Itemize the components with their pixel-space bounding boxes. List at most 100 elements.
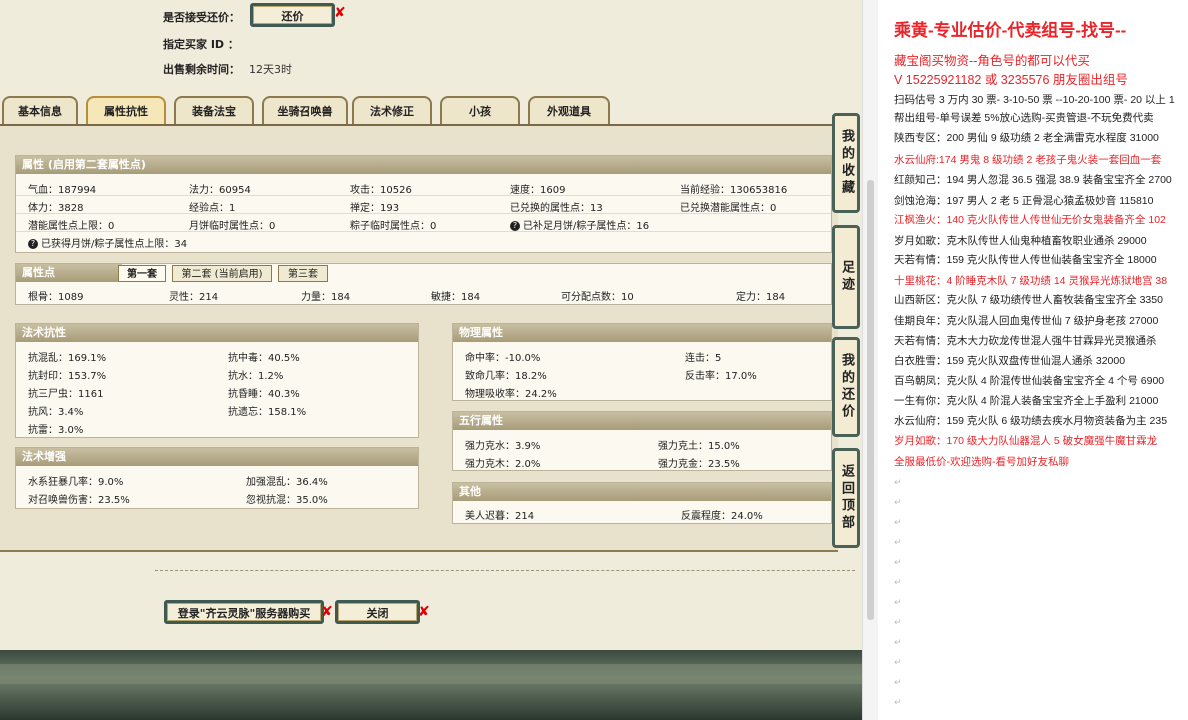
five-elements-section: 五行属性 强力克水：3.9% 强力克土：15.0% 强力克木：2.0% 强力克金… bbox=[452, 411, 832, 471]
physical-section: 物理属性 命中率：-10.0% 连击：5 致命几率：18.2% 反击率：17.0… bbox=[452, 323, 832, 401]
game-window: 是否接受还价： 还价 ✘ 指定买家 ID ： 出售剩余时间： 12天3时 基本信… bbox=[0, 0, 862, 720]
paragraph-mark-icon: ↵ bbox=[894, 678, 902, 688]
doc-line: 扫码估号 3 万内 30 票- 3-10-50 票 --10-20-100 票-… bbox=[894, 94, 1175, 106]
attr-cell: 气血：187994 bbox=[28, 185, 97, 196]
counter-offer-button[interactable]: 还价 bbox=[250, 3, 335, 27]
tab-children[interactable]: 小孩 bbox=[440, 96, 520, 124]
row-divider bbox=[16, 195, 831, 196]
attr-cell: 粽子临时属性点：0 bbox=[350, 221, 437, 232]
close-x-icon[interactable]: ✘ bbox=[418, 604, 430, 620]
tab-basic-info[interactable]: 基本信息 bbox=[2, 96, 78, 124]
doc-line: 红颜知己：194 男人忽混 36.5 强混 38.9 装备宝宝齐全 2700 bbox=[894, 174, 1172, 186]
doc-line: 水云仙府:174 男鬼 8 级功绩 2 老孩子鬼火装一套回血一套 bbox=[894, 154, 1162, 166]
doc-line: 藏宝阁买物资--角色号的都可以代买 bbox=[894, 54, 1090, 68]
attr-cell: 经验点：1 bbox=[189, 203, 236, 214]
paragraph-mark-icon: ↵ bbox=[894, 538, 902, 548]
question-icon[interactable]: ? bbox=[510, 221, 520, 231]
attr-cell: ? 已补足月饼/粽子属性点：16 bbox=[510, 217, 649, 232]
tab-mounts-pets[interactable]: 坐骑召唤兽 bbox=[262, 96, 348, 124]
row-divider bbox=[16, 213, 831, 214]
other-cell: 美人迟暮：214 bbox=[465, 511, 535, 522]
point-cell: 可分配点数：10 bbox=[561, 292, 634, 303]
attr-cell: 当前经验：130653816 bbox=[680, 185, 788, 196]
doc-line: 帮出组号-单号误差 5%放心选购-买贵管退-不玩免费代卖 bbox=[894, 112, 1154, 124]
scrollbar-thumb[interactable] bbox=[867, 180, 874, 620]
doc-line: 天若有情：克木大力砍龙传世混人强牛甘霖异光灵猴通杀 bbox=[894, 335, 1157, 347]
phys-cell: 连击：5 bbox=[685, 353, 722, 364]
close-button[interactable]: 关闭 bbox=[335, 600, 420, 624]
resist-cell: 抗中毒：40.5% bbox=[228, 353, 300, 364]
point-cell: 灵性：214 bbox=[169, 292, 219, 303]
attr-cell: 攻击：10526 bbox=[350, 185, 412, 196]
attr-cell: ? 已获得月饼/粽子属性点上限：34 bbox=[28, 235, 187, 250]
scrollbar[interactable] bbox=[862, 0, 879, 720]
tab-point-set-2[interactable]: 第二套 (当前启用) bbox=[172, 265, 272, 282]
attr-cell: 禅定：193 bbox=[350, 203, 400, 214]
point-cell: 敏捷：184 bbox=[431, 292, 481, 303]
tab-appearance[interactable]: 外观道具 bbox=[528, 96, 610, 124]
element-cell: 强力克土：15.0% bbox=[658, 441, 740, 452]
phys-cell: 命中率：-10.0% bbox=[465, 353, 541, 364]
resist-cell: 抗三尸虫：1161 bbox=[28, 389, 104, 400]
spell-boost-section: 法术增强 水系狂暴几率：9.0% 加强混乱：36.4% 对召唤兽伤害：23.5%… bbox=[15, 447, 419, 509]
tab-spell-mod[interactable]: 法术修正 bbox=[352, 96, 432, 124]
doc-line: 岁月如歌：170 级大力队仙器混人 5 破女魔强牛魔甘霖龙 bbox=[894, 435, 1158, 447]
tab-point-set-1[interactable]: 第一套 bbox=[118, 265, 166, 282]
other-cell: 反震程度：24.0% bbox=[681, 511, 763, 522]
doc-line: 十里桃花：4 阶睡克木队 7 级功绩 14 灵猴异光炼狱地宫 38 bbox=[894, 275, 1168, 287]
window-frame-bottom bbox=[0, 650, 862, 720]
phys-cell: 致命几率：18.2% bbox=[465, 371, 547, 382]
row-divider bbox=[16, 231, 831, 232]
close-x-icon[interactable]: ✘ bbox=[321, 604, 333, 620]
accept-counter-label: 是否接受还价： bbox=[163, 11, 240, 24]
spell-resist-header: 法术抗性 bbox=[16, 324, 418, 342]
doc-line: V 15225921182 或 3235576 朋友圈出组号 bbox=[894, 73, 1128, 87]
doc-line: 陕西专区：200 男仙 9 级功绩 2 老全满雷克水程度 31000 bbox=[894, 132, 1159, 144]
five-elements-header: 五行属性 bbox=[453, 412, 831, 430]
close-x-icon[interactable]: ✘ bbox=[334, 5, 346, 21]
buyer-id-label: 指定买家 ID ： bbox=[163, 38, 239, 51]
point-cell: 根骨：1089 bbox=[28, 292, 84, 303]
attr-cell: 体力：3828 bbox=[28, 203, 84, 214]
my-counter-offers-button[interactable]: 我的还价 bbox=[832, 337, 860, 437]
paragraph-mark-icon: ↵ bbox=[894, 498, 902, 508]
remaining-time-value: 12天3时 bbox=[249, 63, 292, 76]
remaining-time-label: 出售剩余时间： bbox=[163, 63, 240, 76]
doc-line: 全服最低价-欢迎选购-看号加好友私聊 bbox=[894, 456, 1069, 468]
resist-cell: 抗遗忘：158.1% bbox=[228, 407, 307, 418]
resist-cell: 抗风：3.4% bbox=[28, 407, 84, 418]
window-frame-trim bbox=[0, 664, 862, 684]
point-cell: 力量：184 bbox=[301, 292, 351, 303]
resist-cell: 抗水：1.2% bbox=[228, 371, 284, 382]
tab-point-set-3[interactable]: 第三套 bbox=[278, 265, 328, 282]
paragraph-mark-icon: ↵ bbox=[894, 558, 902, 568]
login-buy-button[interactable]: 登录"齐云灵脉"服务器购买 bbox=[164, 600, 324, 624]
tab-equipment[interactable]: 装备法宝 bbox=[174, 96, 254, 124]
other-header: 其他 bbox=[453, 483, 831, 501]
paragraph-mark-icon: ↵ bbox=[894, 658, 902, 668]
tab-attributes[interactable]: 属性抗性 bbox=[86, 96, 166, 124]
paragraph-mark-icon: ↵ bbox=[894, 638, 902, 648]
question-icon[interactable]: ? bbox=[28, 239, 38, 249]
doc-line: 山西新区：克火队 7 级功绩传世人畜牧装备宝宝齐全 3350 bbox=[894, 294, 1163, 306]
physical-header: 物理属性 bbox=[453, 324, 831, 342]
resist-cell: 抗混乱：169.1% bbox=[28, 353, 107, 364]
spell-resist-section: 法术抗性 抗混乱：169.1% 抗中毒：40.5% 抗封印：153.7% 抗水：… bbox=[15, 323, 419, 438]
doc-line: 百鸟朝凤：克火队 4 阶混传世仙装备宝宝齐全 4 个号 6900 bbox=[894, 375, 1165, 387]
doc-line: 水云仙府：159 克火队 6 级功绩去疾水月物资装备为主 235 bbox=[894, 415, 1168, 427]
point-cell: 定力：184 bbox=[736, 292, 786, 303]
attr-cell: 速度：1609 bbox=[510, 185, 566, 196]
paragraph-mark-icon: ↵ bbox=[894, 618, 902, 628]
paragraph-mark-icon: ↵ bbox=[894, 478, 902, 488]
doc-line: 佳期良年：克火队混人回血鬼传世仙 7 级护身老孩 27000 bbox=[894, 315, 1159, 327]
back-to-top-button[interactable]: 返回顶部 bbox=[832, 448, 860, 548]
footprint-button[interactable]: 足迹 bbox=[832, 225, 860, 329]
my-favorites-button[interactable]: 我的收藏 bbox=[832, 113, 860, 213]
doc-title: 乘黄-专业估价-代卖组号-找号-- bbox=[894, 21, 1127, 40]
boost-cell: 对召唤兽伤害：23.5% bbox=[28, 495, 130, 506]
other-section: 其他 美人迟暮：214 反震程度：24.0% bbox=[452, 482, 832, 524]
attributes-header: 属性 (启用第二套属性点) bbox=[16, 156, 831, 174]
resist-cell: 抗雷：3.0% bbox=[28, 425, 84, 436]
attributes-section: 属性 (启用第二套属性点) 气血：187994 法力：60954 攻击：1052… bbox=[15, 155, 832, 253]
text-document: 乘黄-专业估价-代卖组号-找号-- 藏宝阁买物资--角色号的都可以代买 V 152… bbox=[878, 0, 1188, 720]
